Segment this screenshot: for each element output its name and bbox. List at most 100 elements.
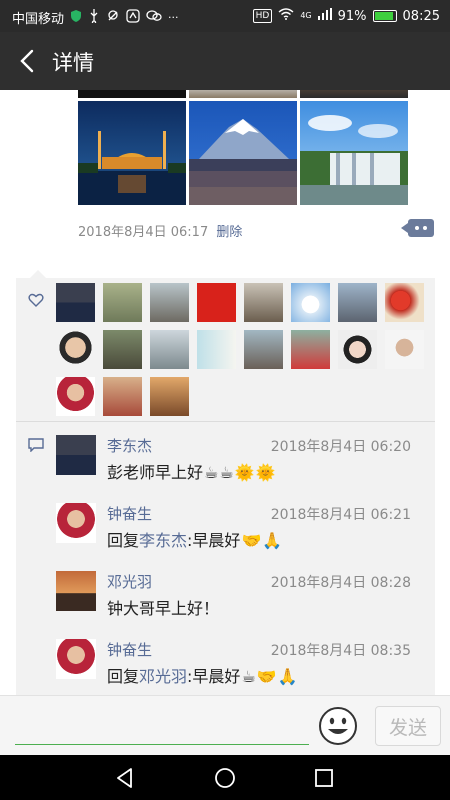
divider bbox=[16, 421, 435, 422]
shield-icon bbox=[70, 9, 82, 26]
page-title: 详情 bbox=[52, 51, 94, 75]
comment-item[interactable]: 钟奋生 2018年8月4日 06:21 回复李东杰:早晨好🤝🙏 bbox=[16, 503, 435, 571]
commenter-avatar[interactable] bbox=[56, 571, 96, 611]
comment-time: 2018年8月4日 06:20 bbox=[270, 439, 411, 455]
comment-item[interactable]: 邓光羽 2018年8月4日 08:28 钟大哥早上好！ bbox=[16, 571, 435, 639]
liker-avatar[interactable] bbox=[103, 283, 142, 322]
liker-avatar[interactable] bbox=[244, 330, 283, 369]
likes-section bbox=[16, 278, 435, 422]
photo-thumbnail[interactable] bbox=[189, 90, 297, 98]
comment-text: 彭老师早上好☕☕🌞🌞 bbox=[107, 459, 276, 483]
photo-row-partial bbox=[78, 90, 408, 98]
more-dots-icon bbox=[415, 226, 419, 230]
circle-home-icon bbox=[215, 768, 235, 788]
liker-avatar[interactable] bbox=[385, 330, 424, 369]
photo-thumbnail-waterfall[interactable] bbox=[300, 101, 408, 205]
liker-avatar[interactable] bbox=[197, 330, 236, 369]
commenter-name[interactable]: 钟奋生 bbox=[107, 503, 152, 524]
signal-icon bbox=[317, 8, 332, 24]
delete-link[interactable]: 删除 bbox=[216, 225, 242, 240]
liker-avatar[interactable] bbox=[56, 330, 95, 369]
triangle-back-icon bbox=[117, 768, 132, 788]
commenter-name[interactable]: 钟奋生 bbox=[107, 639, 152, 660]
commenter-avatar[interactable] bbox=[56, 503, 96, 543]
battery-icon bbox=[372, 10, 397, 22]
commenter-avatar[interactable] bbox=[56, 435, 96, 475]
sun-emoji: 🌞 bbox=[234, 463, 255, 482]
reply-to-name[interactable]: 邓光羽 bbox=[139, 667, 187, 686]
more-actions-button[interactable] bbox=[401, 219, 434, 237]
liker-avatar[interactable] bbox=[150, 377, 189, 416]
photo-thumbnail[interactable] bbox=[300, 90, 408, 98]
liker-avatar[interactable] bbox=[150, 283, 189, 322]
emoji-button[interactable] bbox=[318, 706, 358, 746]
square-recents-icon bbox=[315, 769, 333, 787]
liker-avatar[interactable] bbox=[103, 330, 142, 369]
comment-body: :早晨好 bbox=[187, 531, 241, 550]
comment-text: 回复李东杰:早晨好🤝🙏 bbox=[107, 527, 282, 551]
liker-avatar[interactable] bbox=[103, 377, 142, 416]
nav-back-button[interactable] bbox=[112, 765, 138, 791]
hd-icon: HD bbox=[252, 9, 273, 23]
commenter-name[interactable]: 李东杰 bbox=[107, 435, 152, 456]
battery-percent: 91% bbox=[337, 8, 367, 24]
network-type-label: 4G bbox=[300, 11, 312, 20]
post-timestamp: 2018年8月4日 06:17 bbox=[78, 225, 209, 240]
app-store-icon bbox=[126, 8, 140, 27]
liker-avatar[interactable] bbox=[56, 283, 95, 322]
liker-avatar[interactable] bbox=[197, 283, 236, 322]
nav-home-button[interactable] bbox=[212, 765, 238, 791]
nav-recents-button[interactable] bbox=[311, 765, 337, 791]
comment-body: :早晨好 bbox=[187, 667, 241, 686]
comment-body: 钟大哥早上好！ bbox=[107, 599, 220, 618]
coffee-emoji: ☕ bbox=[219, 463, 234, 482]
system-nav-bar bbox=[0, 755, 450, 800]
more-notifications-icon: ··· bbox=[168, 10, 179, 24]
handshake-emoji: 🤝 bbox=[241, 531, 262, 550]
liker-avatar[interactable] bbox=[385, 283, 424, 322]
comment-input-bar: 发送 bbox=[0, 695, 450, 755]
carrier-label: 中国移动 bbox=[12, 12, 65, 27]
coffee-emoji: ☕ bbox=[241, 667, 256, 686]
comment-body: 彭老师早上好 bbox=[107, 463, 204, 482]
pray-emoji: 🙏 bbox=[262, 531, 283, 550]
liker-avatar[interactable] bbox=[150, 330, 189, 369]
chevron-left-icon bbox=[20, 49, 34, 73]
status-bar: 中国移动 ··· HD 4G 91% 08:25 bbox=[0, 0, 450, 32]
clock: 08:25 bbox=[402, 8, 440, 24]
heart-icon bbox=[28, 293, 44, 307]
liker-avatar[interactable] bbox=[56, 377, 95, 416]
post-meta: 2018年8月4日 06:17 删除 bbox=[78, 221, 242, 240]
detail-content: 2018年8月4日 06:17 删除 李东杰 2018年8月4日 06:20 彭… bbox=[0, 90, 450, 695]
location-icon bbox=[106, 9, 120, 27]
photo-thumbnail-mosque[interactable] bbox=[78, 101, 186, 205]
commenter-name[interactable]: 邓光羽 bbox=[107, 571, 152, 592]
photo-thumbnail-mountain[interactable] bbox=[189, 101, 297, 205]
back-button[interactable] bbox=[14, 46, 44, 76]
pray-emoji: 🙏 bbox=[277, 667, 298, 686]
more-dots-icon bbox=[423, 226, 427, 230]
liker-avatar[interactable] bbox=[291, 283, 330, 322]
title-bar: 详情 bbox=[0, 32, 450, 90]
reply-to-name[interactable]: 李东杰 bbox=[139, 531, 187, 550]
comment-time: 2018年8月4日 08:28 bbox=[270, 575, 411, 591]
coffee-emoji: ☕ bbox=[204, 463, 219, 482]
comment-time: 2018年8月4日 06:21 bbox=[270, 507, 411, 523]
liker-avatar[interactable] bbox=[244, 283, 283, 322]
commenter-avatar[interactable] bbox=[56, 639, 96, 679]
send-button[interactable]: 发送 bbox=[375, 706, 441, 746]
liker-avatar[interactable] bbox=[338, 330, 377, 369]
liker-avatar[interactable] bbox=[291, 330, 330, 369]
liker-avatar[interactable] bbox=[338, 283, 377, 322]
comment-text: 钟大哥早上好！ bbox=[107, 595, 219, 619]
usb-icon bbox=[88, 8, 100, 27]
comment-item[interactable]: 李东杰 2018年8月4日 06:20 彭老师早上好☕☕🌞🌞 bbox=[16, 435, 435, 503]
reply-prefix: 回复 bbox=[107, 531, 140, 550]
reply-prefix: 回复 bbox=[107, 667, 140, 686]
wechat-icon bbox=[146, 9, 162, 27]
comment-item[interactable]: 钟奋生 2018年8月4日 08:35 回复邓光羽:早晨好☕🤝🙏 bbox=[16, 639, 435, 695]
comment-input[interactable] bbox=[15, 709, 309, 745]
comment-text: 回复邓光羽:早晨好☕🤝🙏 bbox=[107, 663, 298, 687]
photo-thumbnail[interactable] bbox=[78, 90, 186, 98]
smiley-icon bbox=[319, 707, 357, 745]
